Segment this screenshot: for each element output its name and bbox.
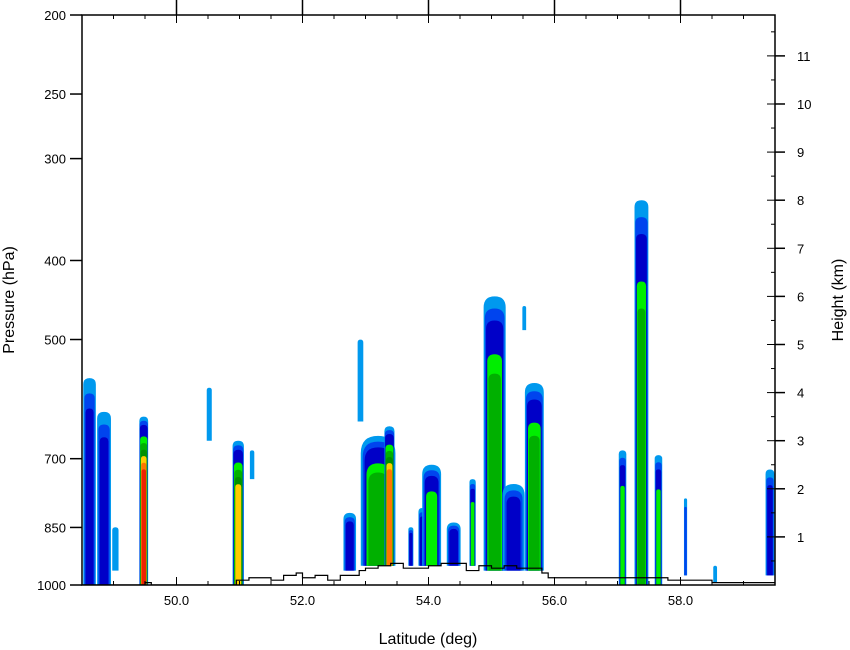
cell-contour-level-7	[235, 484, 242, 585]
storm-cell	[683, 498, 688, 576]
y-tick-label: 700	[44, 452, 66, 467]
cell-contour-level-4	[656, 489, 661, 585]
cell-contour-level-4	[426, 491, 438, 566]
cell-contour-level-1	[357, 339, 364, 422]
y2-tick-label: 3	[797, 434, 804, 449]
cell-contour-level-3	[85, 408, 94, 585]
x-tick-label: 52.0	[290, 593, 315, 608]
cell-contour-level-5	[529, 435, 540, 571]
x-tick-label: 58.0	[668, 593, 693, 608]
y2-tick-label: 5	[797, 337, 804, 352]
cell-contour-level-4	[620, 485, 625, 585]
pressure-height-cross-section: 50.0 52.0 54.0 56.0 58.0 200 250 300 400 500 700 8…	[0, 0, 850, 650]
storm-cell	[618, 450, 627, 585]
y2-tick-label: 11	[797, 49, 811, 64]
y2-tick-label: 10	[797, 97, 811, 112]
storm-cell	[713, 565, 718, 583]
storm-cell	[446, 522, 461, 566]
y-tick-label: 250	[44, 87, 66, 102]
y-tick-label: 850	[44, 520, 66, 535]
storm-cell	[765, 469, 775, 576]
cell-contour-level-1	[713, 565, 718, 583]
cell-contour-level-3	[506, 496, 521, 571]
storm-cell	[343, 512, 357, 571]
x-tick-label: 56.0	[542, 593, 567, 608]
y2-tick-label: 1	[797, 530, 804, 545]
cell-contour-level-3	[767, 485, 773, 576]
y2-tick-label: 9	[797, 145, 804, 160]
storm-cell	[522, 306, 527, 331]
cell-contour-level-1	[112, 527, 119, 571]
x-axis-title: Latitude (deg)	[379, 631, 478, 648]
y2-tick-label: 7	[797, 241, 804, 256]
storm-cell	[502, 483, 525, 571]
storm-cell	[112, 527, 119, 571]
cell-contour-level-2	[684, 506, 687, 576]
y-axis-title: Pressure (hPa)	[1, 246, 18, 354]
cell-contour-level-4	[470, 502, 475, 566]
x-tick-label: 50.0	[164, 593, 189, 608]
storm-cell	[83, 378, 96, 585]
storm-cell	[232, 440, 244, 585]
storm-cell	[524, 382, 544, 571]
y2-tick-label: 2	[797, 482, 804, 497]
cell-contour-level-1	[522, 306, 527, 331]
storm-cell	[139, 416, 149, 585]
cell-contour-level-3	[409, 532, 413, 566]
y-tick-label: 500	[44, 333, 66, 348]
storm-cell	[206, 387, 212, 441]
cell-contour-level-1	[249, 450, 255, 480]
cell-contour-level-8	[386, 469, 393, 566]
storm-cell	[483, 296, 506, 571]
storm-cell	[422, 464, 442, 566]
cell-contour-level-3	[449, 528, 459, 566]
storm-cell	[357, 339, 364, 422]
y-tick-label: 1000	[37, 578, 66, 593]
storm-cell	[408, 527, 414, 566]
storm-cell	[249, 450, 255, 480]
cell-contour-level-9	[141, 469, 146, 585]
cell-contour-level-3	[99, 437, 109, 585]
cell-contour-level-5	[488, 373, 501, 571]
cell-contour-level-5	[637, 308, 646, 585]
cell-contour-level-1	[206, 387, 212, 441]
storm-cell	[654, 455, 663, 585]
storm-cell	[469, 479, 476, 566]
y-tick-label: 400	[44, 253, 66, 268]
x-tick-label: 54.0	[416, 593, 441, 608]
y-tick-label: 300	[44, 152, 66, 167]
y-tick-label: 200	[44, 8, 66, 23]
storm-cell	[634, 200, 649, 585]
y2-tick-label: 8	[797, 193, 804, 208]
y2-tick-label: 6	[797, 289, 804, 304]
y2-tick-label: 4	[797, 386, 804, 401]
storm-cell	[384, 426, 395, 566]
y2-axis-title: Height (km)	[830, 259, 847, 342]
cell-contour-level-3	[345, 521, 354, 571]
storm-cell	[97, 411, 111, 585]
